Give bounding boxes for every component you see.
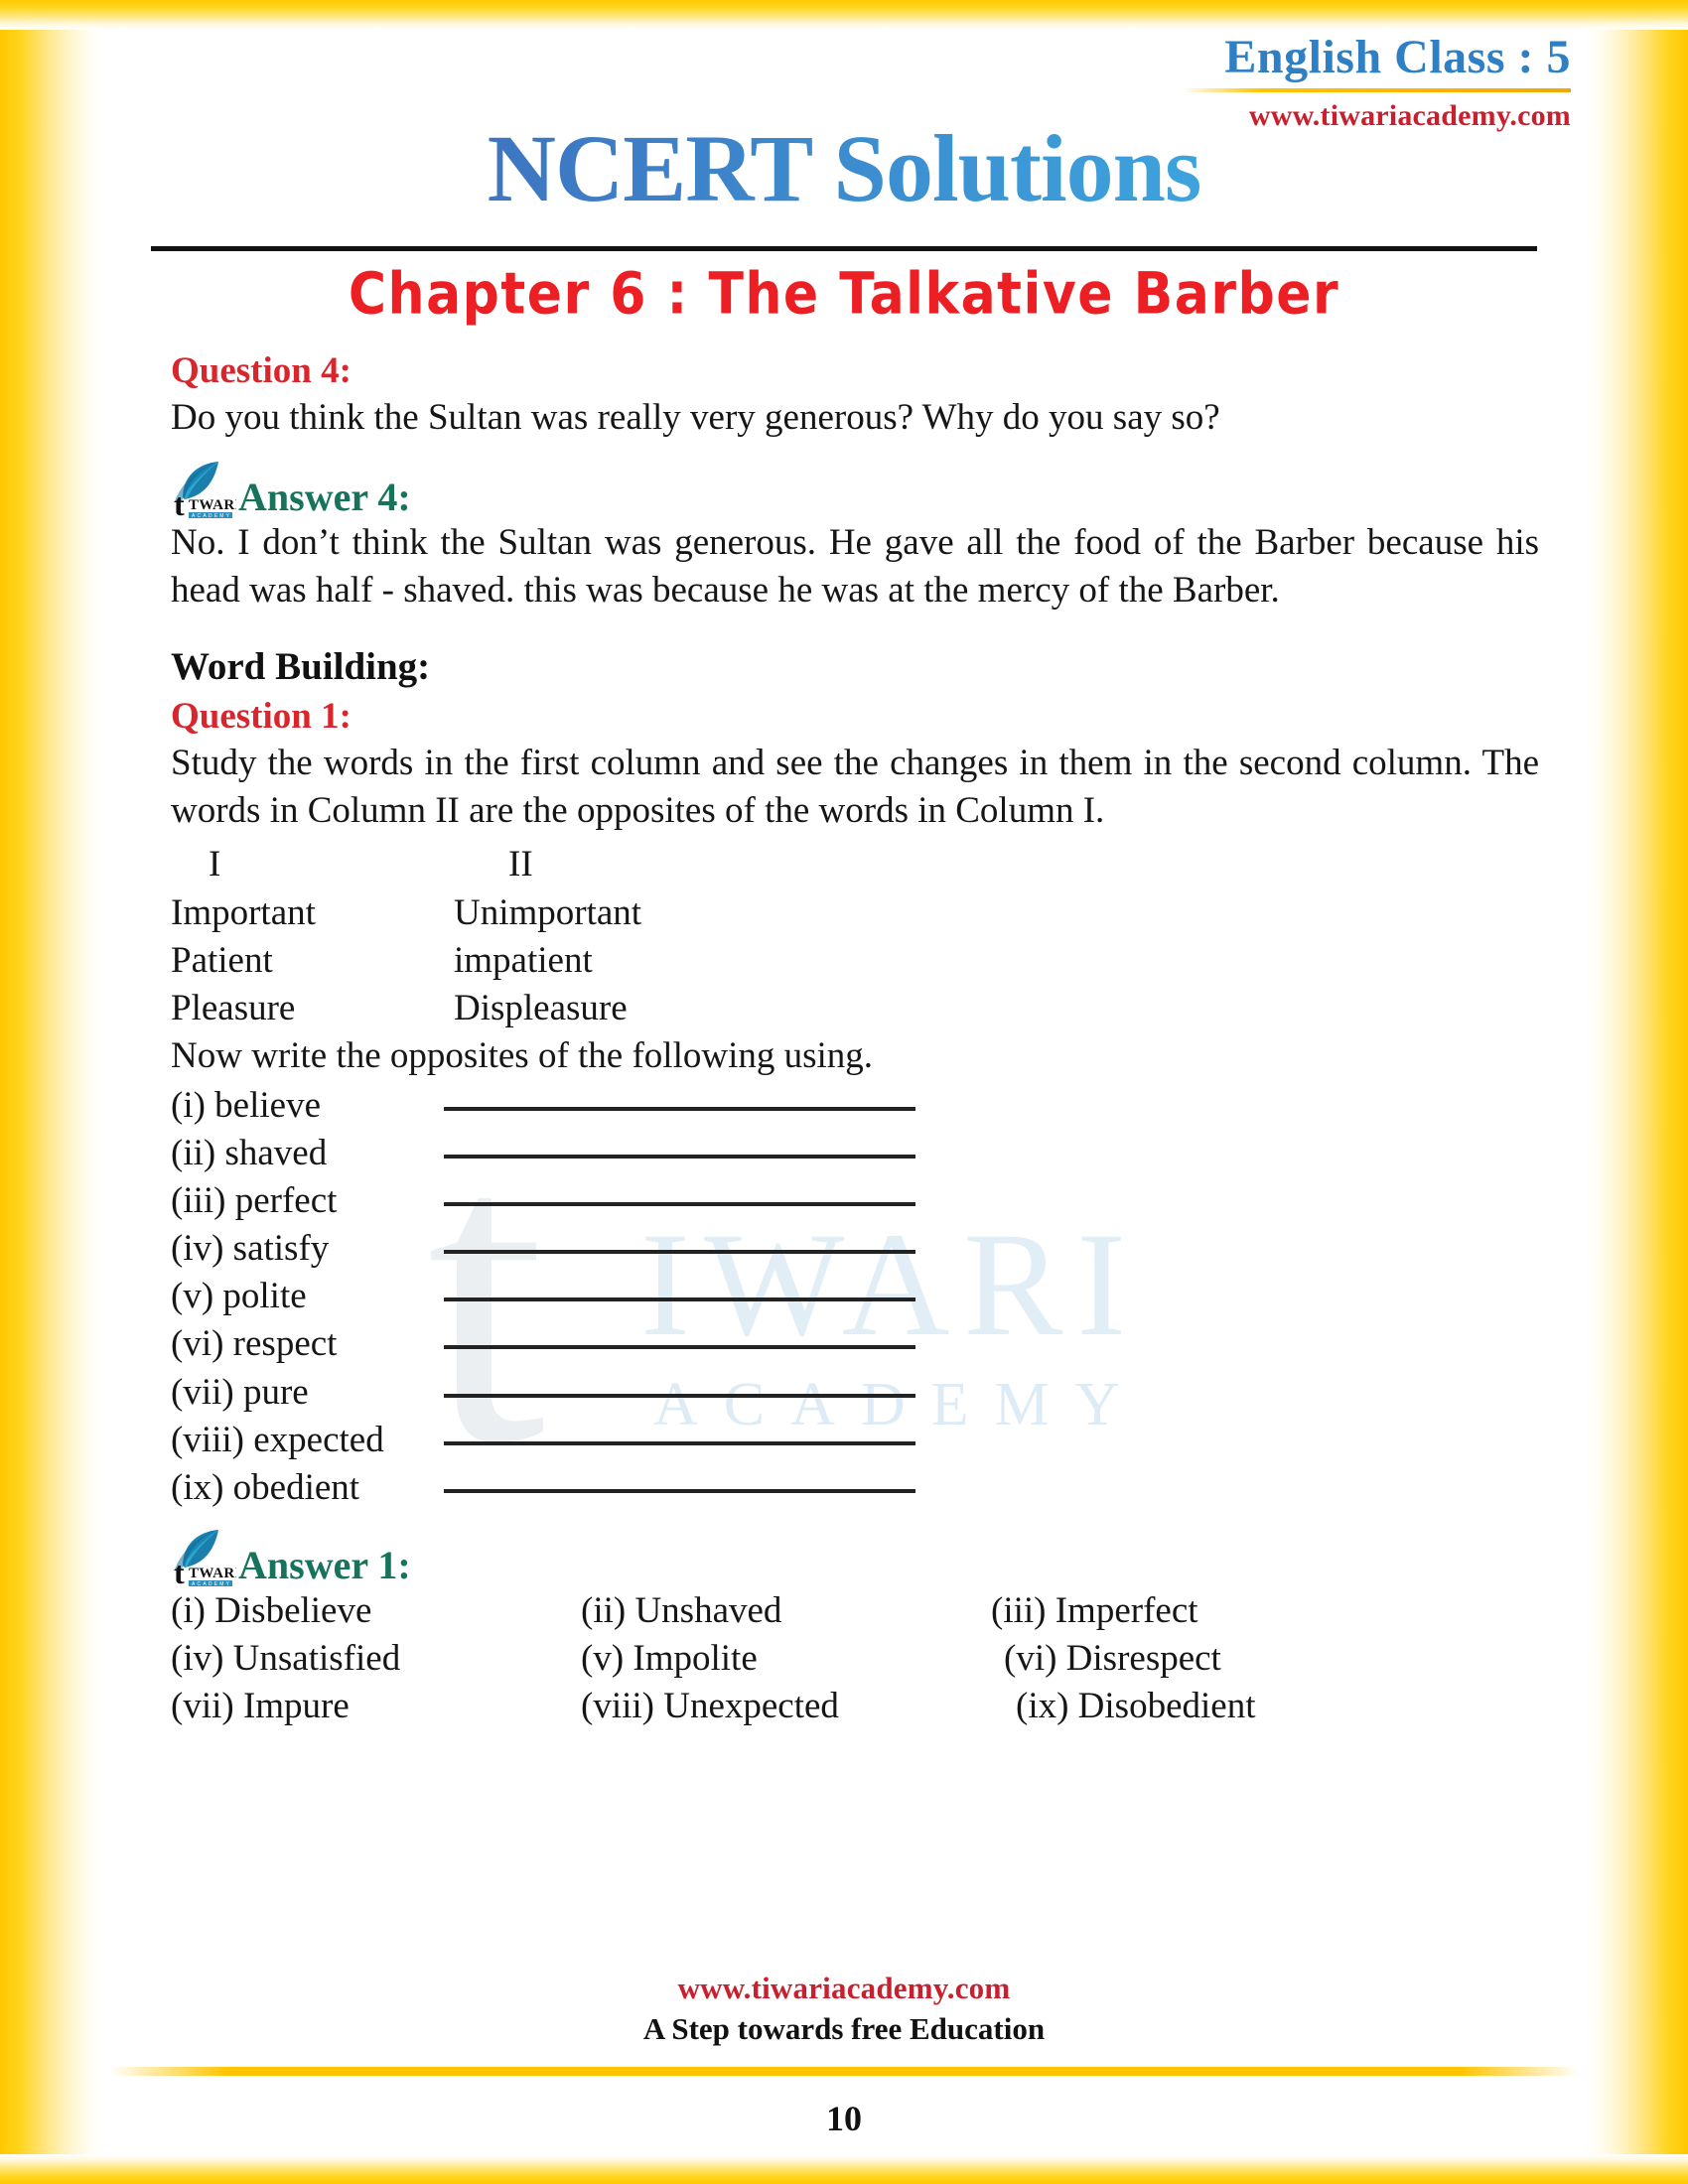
footer-website-link[interactable]: www.tiwariacademy.com <box>0 1971 1688 2006</box>
answer-cell: (viii) Unexpected <box>581 1685 839 1726</box>
list-item: (vii) pure <box>171 1369 1539 1417</box>
answer-cell: (v) Impolite <box>581 1637 758 1679</box>
question-1-heading: Question 1: <box>171 696 352 738</box>
answer-4-text: No. I don’t think the Sultan was generou… <box>171 522 1539 612</box>
word-building-instruction: Now write the opposites of the following… <box>171 1034 874 1076</box>
answer-1-heading: t TWARI ACADEMY Answer 1: <box>171 1526 1539 1587</box>
column-1-header: I <box>209 844 221 886</box>
header-divider <box>151 246 1537 251</box>
header-gold-rule <box>1182 88 1571 92</box>
blank-label: (viii) expected <box>171 1419 384 1460</box>
word-column-1: Pleasure <box>171 987 296 1028</box>
blank-label: (ix) obedient <box>171 1466 360 1508</box>
page-border-left <box>0 0 103 2184</box>
word-column-2: impatient <box>454 939 593 981</box>
header-right-block: English Class : 5 www.tiwariacademy.com <box>1182 30 1571 133</box>
answer-cell: (iii) Imperfect <box>991 1589 1198 1631</box>
blank-label: (v) polite <box>171 1276 307 1317</box>
tiwari-leaf-logo-icon: t TWARI ACADEMY <box>171 1526 236 1587</box>
blank-answer-line[interactable] <box>444 1272 915 1302</box>
question-4-heading: Question 4: <box>171 350 352 391</box>
blank-label: (i) believe <box>171 1084 321 1126</box>
blank-answer-line[interactable] <box>444 1416 915 1445</box>
blank-label: (vi) respect <box>171 1323 338 1365</box>
question-1-text: Study the words in the first column and … <box>171 743 1539 832</box>
blank-label: (iv) satisfy <box>171 1228 330 1270</box>
list-item: (ii) shaved <box>171 1130 1539 1177</box>
word-pairs-header-row: I II <box>171 841 1539 888</box>
tiwari-leaf-logo-icon: t TWARI ACADEMY <box>171 458 236 519</box>
word-column-1: Important <box>171 891 316 933</box>
question-4-text: Do you think the Sultan was really very … <box>171 397 1220 438</box>
answer-cell: (i) Disbelieve <box>171 1589 372 1631</box>
blank-label: (vii) pure <box>171 1371 309 1413</box>
word-column-1: Patient <box>171 939 273 981</box>
blank-answer-line[interactable] <box>444 1224 915 1255</box>
fill-in-blanks-list: (i) believe (ii) shaved (iii) perfect (i… <box>171 1082 1539 1512</box>
blank-answer-line[interactable] <box>444 1319 915 1350</box>
word-column-2: Unimportant <box>454 891 642 933</box>
answer-cell: (vii) Impure <box>171 1685 350 1726</box>
blank-label: (ii) shaved <box>171 1133 328 1174</box>
word-pair-row: Patient impatient <box>171 937 1539 985</box>
class-label: English Class : 5 <box>1224 31 1571 83</box>
column-2-header: II <box>508 844 533 886</box>
answer-cell: (ix) Disobedient <box>1016 1685 1256 1726</box>
blank-answer-line[interactable] <box>444 1129 915 1160</box>
answer-1-grid: (i) Disbelieve (ii) Unshaved (iii) Imper… <box>171 1587 1539 1730</box>
svg-text:ACADEMY: ACADEMY <box>192 1581 231 1587</box>
list-item: (iii) perfect <box>171 1177 1539 1225</box>
word-pair-row: Pleasure Displeasure <box>171 985 1539 1032</box>
svg-text:TWARI: TWARI <box>189 497 236 513</box>
page-footer: www.tiwariacademy.com A Step towards fre… <box>0 1971 1688 2139</box>
blank-answer-line[interactable] <box>444 1463 915 1493</box>
answer-cell: (iv) Unsatisfied <box>171 1637 401 1679</box>
page-number: 10 <box>826 2099 862 2138</box>
answer-row: (i) Disbelieve (ii) Unshaved (iii) Imper… <box>171 1587 1539 1635</box>
list-item: (i) believe <box>171 1082 1539 1130</box>
list-item: (iv) satisfy <box>171 1225 1539 1273</box>
page-title: NCERT Solutions <box>0 121 1688 216</box>
blank-label: (iii) perfect <box>171 1180 338 1222</box>
svg-text:t: t <box>174 486 185 519</box>
svg-text:TWARI: TWARI <box>189 1566 236 1581</box>
svg-text:t: t <box>174 1555 185 1587</box>
blank-answer-line[interactable] <box>444 1081 915 1111</box>
list-item: (v) polite <box>171 1273 1539 1320</box>
document-page: English Class : 5 www.tiwariacademy.com … <box>0 0 1688 2184</box>
word-column-2: Displeasure <box>454 987 628 1028</box>
list-item: (vi) respect <box>171 1320 1539 1368</box>
chapter-title: Chapter 6 : The Talkative Barber <box>348 261 1340 329</box>
word-pair-row: Important Unimportant <box>171 889 1539 937</box>
answer-row: (iv) Unsatisfied (v) Impolite (vi) Disre… <box>171 1635 1539 1683</box>
answer-cell: (ii) Unshaved <box>581 1589 782 1631</box>
answer-4-heading: t TWARI ACADEMY Answer 4: <box>171 458 1539 519</box>
page-border-right <box>1585 0 1688 2184</box>
footer-gold-rule <box>109 2067 1579 2076</box>
answer-cell: (vi) Disrespect <box>1004 1637 1221 1679</box>
footer-tagline: A Step towards free Education <box>642 2011 1046 2046</box>
word-building-section-title: Word Building: <box>171 645 431 689</box>
list-item: (viii) expected <box>171 1417 1539 1464</box>
svg-text:ACADEMY: ACADEMY <box>192 513 231 519</box>
blank-answer-line[interactable] <box>444 1368 915 1398</box>
blank-answer-line[interactable] <box>444 1176 915 1207</box>
list-item: (ix) obedient <box>171 1464 1539 1512</box>
document-body: Question 4: Do you think the Sultan was … <box>171 349 1539 1730</box>
answer-4-label: Answer 4: <box>238 475 411 520</box>
page-border-bottom <box>0 2154 1688 2184</box>
answer-1-label: Answer 1: <box>238 1542 411 1587</box>
word-pairs-table: I II Important Unimportant Patient impat… <box>171 841 1539 1031</box>
answer-row: (vii) Impure (viii) Unexpected (ix) Diso… <box>171 1683 1539 1730</box>
page-border-top <box>0 0 1688 30</box>
